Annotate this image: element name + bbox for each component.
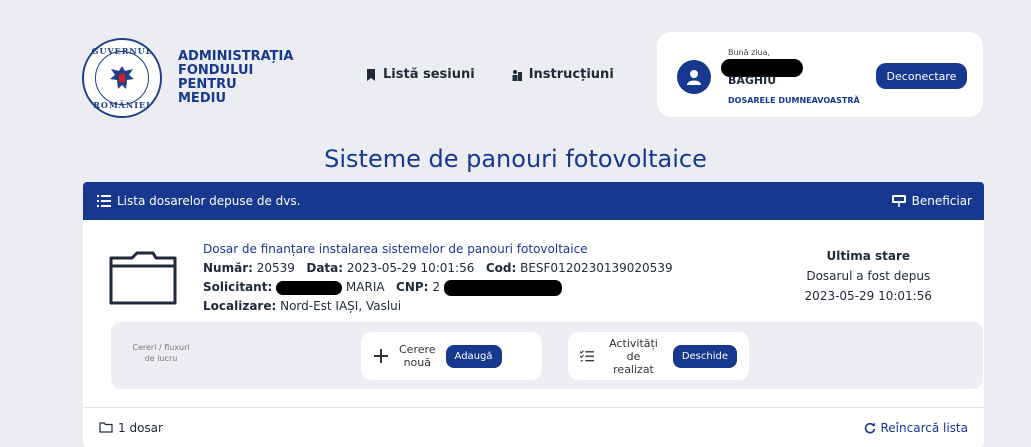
dossier-meta-row: Număr: 20539 Data: 2023-05-29 10:01:56 C… [203, 259, 673, 278]
activities-line1: Activități de [609, 336, 658, 363]
cnp-label: CNP: [396, 280, 429, 294]
user-name: BAGHIU [728, 74, 777, 87]
new-request-line2: nouă [403, 356, 431, 369]
bookmark-icon [367, 68, 375, 81]
panel-header: Lista dosarelor depuse de dvs. Beneficia… [83, 182, 984, 220]
user-avatar-icon [677, 60, 711, 94]
panel-footer: 1 dosar Reîncarcă lista [83, 407, 984, 447]
instructions-icon [512, 69, 522, 81]
applicant-value: MARIA [345, 280, 385, 294]
workflow-label-line1: Cereri / fluxuri [132, 343, 190, 352]
activities-line2: realizat [613, 362, 654, 376]
presentation-icon [891, 195, 906, 207]
org-name-line1: ADMINISTRAȚIA [178, 49, 294, 64]
seal-top-text: GUVERNUL [91, 46, 153, 56]
logout-button[interactable]: Deconectare [876, 63, 967, 89]
refresh-icon [864, 422, 875, 433]
org-name-line3: PENTRU MEDIU [178, 77, 237, 106]
reload-list-link[interactable]: Reîncarcă lista [864, 420, 969, 435]
dossier-title[interactable]: Dosar de finanțare instalarea sistemelor… [203, 240, 673, 259]
location-value: Nord-Est IAȘI, Vaslui [280, 299, 402, 313]
code-label: Cod: [485, 261, 517, 275]
status-title: Ultima stare [826, 249, 911, 263]
redaction-mark [276, 280, 343, 295]
workflow-bar: Cereri / fluxuri de lucru Cerere nouă Ad… [111, 322, 983, 389]
status-text: Dosarul a fost depus [806, 269, 931, 283]
code-value: BESF0120230139020539 [520, 261, 673, 275]
add-request-button[interactable]: Adaugă [445, 344, 502, 368]
dossier-list-panel: Lista dosarelor depuse de dvs. Beneficia… [83, 182, 984, 447]
my-dossiers-link[interactable]: DOSARELE DUMNEAVOASTRĂ [728, 96, 860, 105]
cnp-value: 2 [432, 280, 440, 294]
location-row: Localizare: Nord-Est IAȘI, Vaslui [203, 297, 673, 316]
beneficiary-label: Beneficiar [911, 194, 972, 208]
dossier-count-label: 1 dosar [118, 420, 163, 435]
beneficiary-role: Beneficiar [891, 194, 972, 208]
nav-instructions-label: Instrucțiuni [528, 67, 614, 82]
new-request-card: Cerere nouă Adaugă [361, 332, 542, 380]
applicant-label: Solicitant: [203, 280, 273, 294]
nav-sessions-label: Listă sesiuni [383, 67, 475, 82]
workflow-label: Cereri / fluxuri de lucru [131, 342, 191, 364]
dossier-count: 1 dosar [99, 421, 163, 435]
checklist-icon [580, 350, 595, 362]
seal-bottom-text: ROMÂNIEI [93, 100, 151, 110]
new-request-text: Cerere nouă [399, 343, 436, 369]
nav-sessions-link[interactable]: Listă sesiuni [365, 67, 475, 82]
status-date: 2023-05-29 10:01:56 [804, 289, 932, 303]
nav-instructions-link[interactable]: Instrucțiuni [511, 67, 614, 82]
reload-list-label: Reîncarcă lista [880, 420, 969, 435]
activities-text: Activități de realizat [604, 337, 663, 376]
date-value: 2023-05-29 10:01:56 [346, 261, 475, 275]
main-nav: Listă sesiuni Instrucțiuni [365, 67, 614, 82]
plus-icon [374, 349, 388, 363]
redaction-mark [443, 279, 562, 296]
location-label: Localizare: [203, 299, 277, 313]
applicant-row: Solicitant: MARIA CNP: 2 [203, 278, 673, 297]
last-status: Ultima stare Dosarul a fost depus 2023-0… [805, 246, 932, 306]
list-icon [97, 195, 111, 207]
dossier-info: Dosar de finanțare instalarea sistemelor… [203, 240, 673, 316]
org-header: GUVERNUL ROMÂNIEI ADMINISTRAȚIA FONDULUI… [82, 38, 294, 118]
date-label: Data: [306, 261, 344, 275]
government-seal-logo: GUVERNUL ROMÂNIEI [82, 38, 162, 118]
panel-header-title: Lista dosarelor depuse de dvs. [117, 194, 301, 208]
number-label: Număr: [203, 261, 253, 275]
activities-card: Activități de realizat Deschide [568, 332, 749, 380]
number-value: 20539 [256, 261, 295, 275]
eagle-icon [110, 66, 134, 89]
folder-outline-icon [99, 422, 113, 433]
user-card: Bună ziua, BAGHIU DOSARELE DUMNEAVOASTRĂ… [657, 32, 983, 117]
org-name-line2: FONDULUI [178, 63, 254, 78]
open-activities-button[interactable]: Deschide [672, 344, 737, 368]
folder-icon [109, 251, 177, 305]
new-request-line1: Cerere [399, 343, 436, 356]
org-name: ADMINISTRAȚIA FONDULUI PENTRU MEDIU [178, 49, 294, 106]
greeting-text: Bună ziua, [728, 48, 771, 57]
page-title: Sisteme de panouri fotovoltaice [324, 145, 707, 173]
workflow-label-line2: de lucru [144, 354, 178, 363]
